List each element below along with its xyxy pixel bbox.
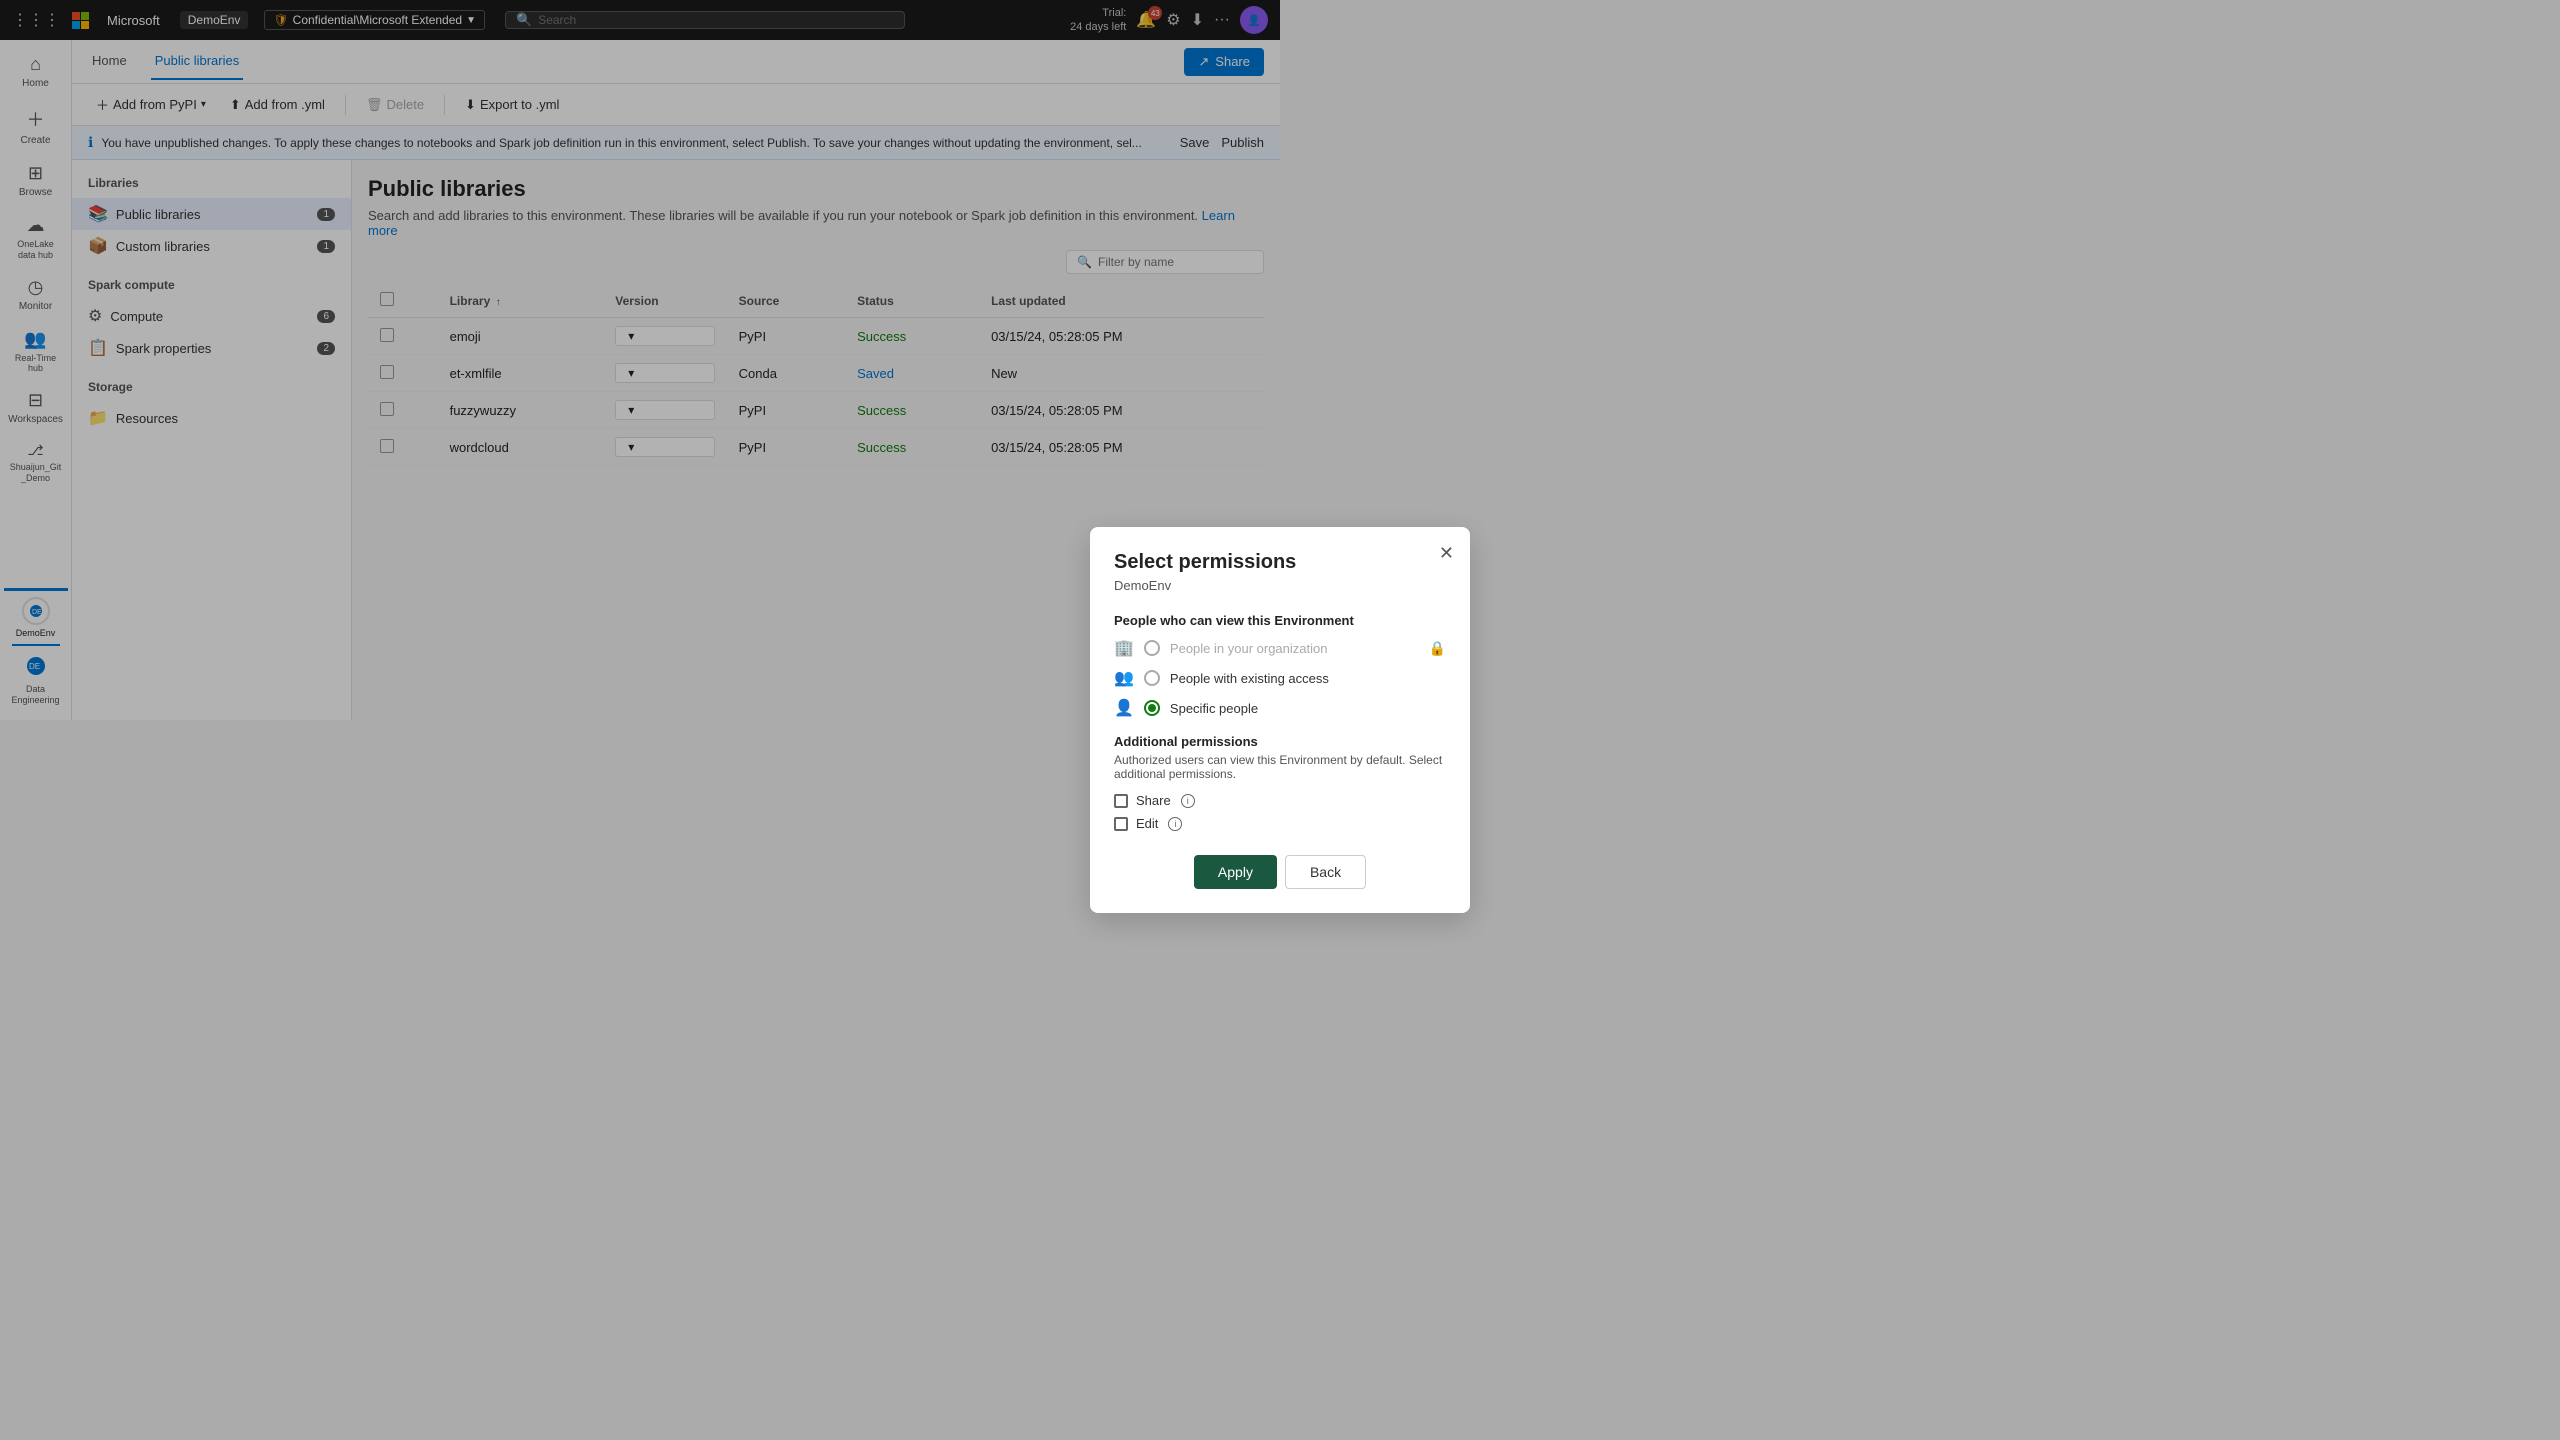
modal-close-button[interactable]: ✕ xyxy=(1439,543,1454,564)
share-info-icon[interactable]: i xyxy=(1181,794,1195,808)
radio-specific[interactable]: 👤 Specific people xyxy=(1114,698,1446,718)
people-icon: 👥 xyxy=(1114,668,1134,688)
checkbox-share[interactable]: Share i xyxy=(1114,793,1446,808)
back-button[interactable]: Back xyxy=(1285,855,1366,889)
additional-perms-title: Additional permissions xyxy=(1114,734,1446,749)
radio-org[interactable]: 🏢 People in your organization 🔒 xyxy=(1114,638,1446,658)
permissions-modal: ✕ Select permissions DemoEnv People who … xyxy=(1090,527,1470,913)
view-section-title: People who can view this Environment xyxy=(1114,613,1446,628)
lock-icon: 🔒 xyxy=(1429,640,1446,657)
checkbox-edit[interactable]: Edit i xyxy=(1114,816,1446,831)
additional-perms-desc: Authorized users can view this Environme… xyxy=(1114,753,1446,781)
edit-label: Edit xyxy=(1136,816,1158,831)
modal-overlay: ✕ Select permissions DemoEnv People who … xyxy=(0,0,2560,1440)
share-checkbox[interactable] xyxy=(1114,794,1128,808)
building-icon: 🏢 xyxy=(1114,638,1134,658)
edit-info-icon[interactable]: i xyxy=(1168,817,1182,831)
modal-footer: Apply Back xyxy=(1114,855,1446,889)
radio-outer-specific xyxy=(1144,700,1160,716)
radio-inner-specific xyxy=(1148,704,1156,712)
radio-label-existing: People with existing access xyxy=(1170,671,1329,686)
radio-label-specific: Specific people xyxy=(1170,701,1258,716)
specific-people-icon: 👤 xyxy=(1114,698,1134,718)
radio-label-org: People in your organization xyxy=(1170,641,1328,656)
apply-button[interactable]: Apply xyxy=(1194,855,1277,889)
radio-existing[interactable]: 👥 People with existing access xyxy=(1114,668,1446,688)
modal-title: Select permissions xyxy=(1114,551,1446,574)
additional-permissions-section: Additional permissions Authorized users … xyxy=(1114,734,1446,831)
radio-outer-existing xyxy=(1144,670,1160,686)
share-label: Share xyxy=(1136,793,1171,808)
modal-subtitle: DemoEnv xyxy=(1114,578,1446,593)
radio-outer-org xyxy=(1144,640,1160,656)
edit-checkbox[interactable] xyxy=(1114,817,1128,831)
